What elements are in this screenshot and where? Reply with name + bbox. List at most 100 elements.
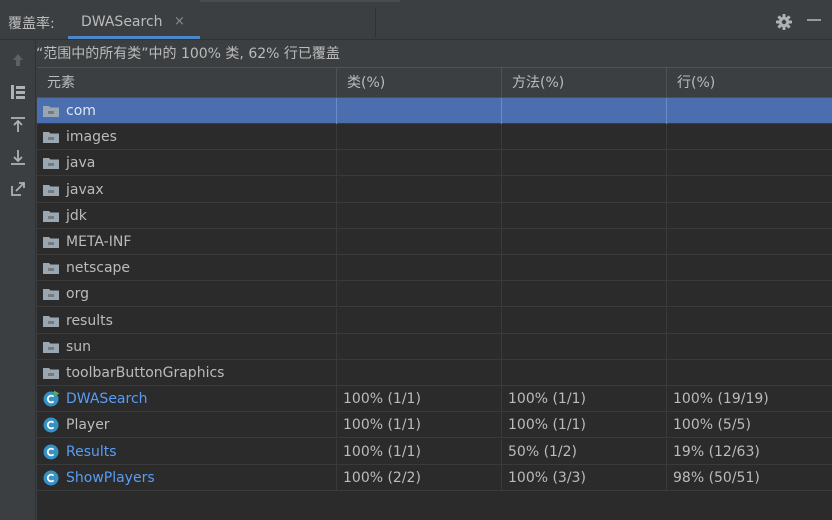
gear-icon[interactable] [774, 12, 794, 32]
element-name: org [66, 286, 89, 303]
class-row[interactable]: Results 100% (1/1) 50% (1/2) 19% (12/63) [37, 438, 832, 465]
element-cell: jdk [37, 202, 337, 229]
package-row[interactable]: sun [37, 333, 832, 360]
element-cell: netscape [37, 255, 337, 282]
element-name: com [66, 103, 96, 119]
line-coverage-cell [667, 281, 832, 307]
top-divider [200, 0, 400, 2]
line-coverage-cell [667, 150, 832, 176]
export-icon[interactable] [8, 147, 28, 167]
class-coverage-cell [337, 229, 502, 255]
element-name: jdk [66, 207, 87, 224]
class-coverage-cell: 100% (1/1) [337, 438, 502, 465]
line-coverage-cell [667, 177, 832, 203]
package-row[interactable]: org [37, 281, 832, 308]
folder-icon [42, 364, 60, 382]
close-icon[interactable]: × [174, 14, 185, 29]
method-coverage-cell [502, 281, 667, 308]
minimize-icon[interactable] [807, 19, 821, 21]
method-coverage-cell: 100% (1/1) [502, 412, 667, 439]
element-cell: Player [37, 412, 337, 439]
class-icon [42, 443, 60, 461]
line-coverage-cell [667, 360, 832, 386]
line-coverage-cell [667, 229, 832, 255]
folder-icon [42, 154, 60, 172]
class-coverage-cell: 100% (1/1) [337, 386, 502, 413]
line-coverage-cell [667, 255, 832, 281]
method-coverage-cell [502, 229, 667, 255]
table-header: 元素 类(%) 方法(%) 行(%) [37, 67, 832, 99]
method-coverage-cell [502, 176, 667, 203]
element-name: java [66, 155, 96, 172]
class-coverage-cell: 100% (1/1) [337, 412, 502, 439]
package-row[interactable]: com [37, 98, 832, 124]
element-name: toolbarButtonGraphics [66, 365, 225, 381]
folder-icon [42, 285, 60, 303]
method-coverage-cell [502, 360, 667, 386]
element-name: images [66, 129, 117, 146]
line-coverage-cell [667, 203, 832, 229]
package-row[interactable]: results [37, 307, 832, 334]
class-row[interactable]: ShowPlayers 100% (2/2) 100% (3/3) 98% (50/5… [37, 464, 832, 491]
package-row[interactable]: java [37, 150, 832, 177]
line-coverage-cell [667, 124, 832, 150]
navigate-to-source-icon[interactable] [8, 179, 28, 199]
element-name: sun [66, 338, 92, 355]
line-coverage-cell [667, 334, 832, 360]
class-coverage-cell [337, 124, 502, 151]
element-cell: toolbarButtonGraphics [37, 360, 337, 386]
arrow-up-icon[interactable] [8, 50, 28, 70]
element-cell: images [37, 124, 337, 151]
folder-icon [42, 181, 60, 199]
element-cell: META-INF [37, 229, 337, 255]
flatten-packages-icon[interactable] [8, 82, 28, 102]
column-header-line[interactable]: 行(%) [667, 68, 832, 99]
package-row[interactable]: netscape [37, 255, 832, 282]
class-coverage-cell [337, 255, 502, 282]
header-divider [375, 8, 376, 38]
package-row[interactable]: META-INF [37, 229, 832, 255]
column-header-class[interactable]: 类(%) [337, 68, 502, 99]
folder-icon [42, 259, 60, 277]
element-name: Results [66, 443, 117, 460]
class-coverage-cell [337, 333, 502, 360]
method-coverage-cell [502, 255, 667, 282]
method-coverage-cell [502, 202, 667, 229]
element-name: DWASearch [66, 391, 148, 408]
package-row[interactable]: jdk [37, 202, 832, 229]
method-coverage-cell [502, 98, 667, 124]
method-coverage-cell: 100% (1/1) [502, 386, 667, 413]
line-coverage-cell: 100% (19/19) [673, 391, 769, 408]
import-icon[interactable] [8, 115, 28, 135]
element-cell: Results [37, 438, 337, 465]
class-coverage-cell [337, 98, 502, 124]
element-cell: com [37, 98, 337, 124]
class-coverage-cell [337, 307, 502, 334]
package-row[interactable]: images [37, 124, 832, 151]
method-coverage-cell [502, 307, 667, 334]
method-coverage-cell [502, 150, 667, 177]
package-row[interactable]: toolbarButtonGraphics [37, 360, 832, 386]
line-coverage-cell: 19% (12/63) [673, 443, 760, 460]
coverage-summary: “范围中的所有类”中的 100% 类, 62% 行已覆盖 [36, 46, 340, 62]
coverage-toolwindow-header: 覆盖率: DWASearch × [0, 0, 832, 40]
class-coverage-cell [337, 150, 502, 177]
class-row[interactable]: DWASearch 100% (1/1) 100% (1/1) 100% (19/19… [37, 386, 832, 413]
tab-dwasearch[interactable]: DWASearch × [68, 6, 200, 40]
package-row[interactable]: javax [37, 176, 832, 203]
class-row[interactable]: Player 100% (1/1) 100% (1/1) 100% (5/5) [37, 412, 832, 439]
element-name: META-INF [66, 234, 132, 250]
tab-label: DWASearch [81, 14, 163, 30]
method-coverage-cell: 100% (3/3) [502, 464, 667, 491]
column-header-method[interactable]: 方法(%) [502, 68, 667, 99]
coverage-toolbar [0, 40, 36, 520]
folder-icon [42, 233, 60, 251]
element-cell: java [37, 150, 337, 177]
element-name: ShowPlayers [66, 469, 155, 486]
folder-icon [42, 102, 60, 120]
method-coverage-cell [502, 333, 667, 360]
method-coverage-cell: 50% (1/2) [502, 438, 667, 465]
class-coverage-cell [337, 176, 502, 203]
column-header-element[interactable]: 元素 [37, 68, 337, 99]
class-icon [42, 416, 60, 434]
